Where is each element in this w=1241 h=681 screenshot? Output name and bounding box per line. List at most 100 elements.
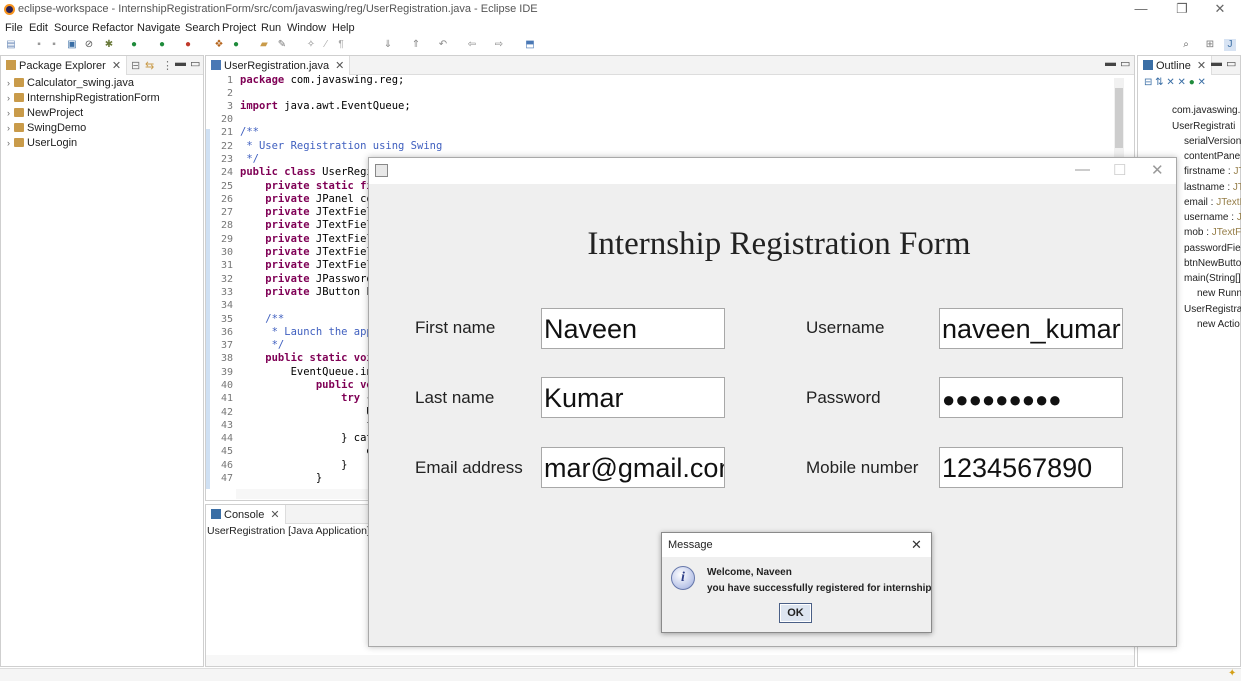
password-label: Password: [806, 388, 881, 407]
menu-file[interactable]: File: [5, 22, 23, 34]
maximize-view-icon[interactable]: ▭: [1120, 57, 1130, 70]
email-field[interactable]: mar@gmail.com: [541, 447, 725, 488]
dialog-close-button[interactable]: ✕: [911, 537, 922, 553]
minimize-view-icon[interactable]: ▬: [1105, 57, 1116, 69]
outline-item[interactable]: new Runna: [1197, 288, 1241, 299]
lightbulb-icon[interactable]: ✦: [1228, 668, 1236, 679]
tab-outline[interactable]: Outline ✕: [1138, 56, 1213, 75]
forward-icon[interactable]: ⇨: [493, 39, 505, 51]
username-field[interactable]: naveen_kumar: [939, 308, 1123, 349]
code-line: * User Registration using Swing: [240, 140, 442, 152]
link-editor-icon[interactable]: ⇆: [145, 59, 154, 72]
pin-editor-icon[interactable]: ⬒: [524, 39, 536, 51]
hide-nonpublic-icon[interactable]: ●: [1189, 77, 1195, 88]
project-item[interactable]: › Calculator_swing.java: [7, 77, 134, 89]
tab-package-explorer[interactable]: Package Explorer ✕: [1, 56, 128, 75]
close-tab-icon[interactable]: ✕: [112, 60, 121, 72]
project-item[interactable]: › SwingDemo: [7, 122, 86, 134]
collapse-all-icon[interactable]: ⊟: [1144, 77, 1152, 88]
close-button[interactable]: ✕: [1210, 1, 1230, 17]
outline-item[interactable]: main(String[]: [1184, 273, 1241, 284]
console-horizontal-scrollbar[interactable]: [206, 655, 1134, 666]
next-annotation-icon[interactable]: ⇓: [382, 39, 394, 51]
status-bar: ✦: [0, 668, 1241, 681]
menu-run[interactable]: Run: [261, 22, 281, 34]
skip-breakpoints-icon[interactable]: ⊘: [83, 39, 95, 51]
maximize-view-icon[interactable]: ▭: [1226, 57, 1236, 70]
new-java-project-icon[interactable]: ❖: [213, 39, 225, 51]
menu-window[interactable]: Window: [287, 22, 326, 34]
outline-item[interactable]: UserRegistrati: [1172, 121, 1235, 132]
menu-project[interactable]: Project: [222, 22, 256, 34]
outline-item[interactable]: serialVersionU: [1184, 136, 1241, 147]
hide-fields-icon[interactable]: ✕: [1166, 77, 1174, 88]
tab-userregistration-java[interactable]: UserRegistration.java ✕: [206, 56, 351, 75]
ok-button[interactable]: OK: [779, 603, 812, 623]
password-field[interactable]: ●●●●●●●●●: [939, 377, 1123, 418]
view-menu-icon[interactable]: ⋮: [162, 59, 173, 72]
outline-item[interactable]: lastname : JTe: [1184, 182, 1241, 193]
outline-item[interactable]: contentPane: [1184, 151, 1240, 162]
frame-minimize-button[interactable]: —: [1075, 161, 1090, 178]
open-type-icon[interactable]: ▰: [258, 39, 270, 51]
tab-console[interactable]: Console ✕: [206, 505, 286, 524]
search-icon[interactable]: ⌕: [1180, 39, 1192, 51]
save-all-icon[interactable]: ▪: [48, 39, 60, 51]
close-tab-icon[interactable]: ✕: [1197, 60, 1206, 72]
save-icon[interactable]: ▪: [33, 39, 45, 51]
annotation-icon[interactable]: ✧: [305, 39, 317, 51]
outline-item[interactable]: new Actio: [1197, 319, 1240, 330]
frame-maximize-button[interactable]: ☐: [1113, 161, 1126, 179]
outline-item[interactable]: com.javaswing.r: [1172, 105, 1241, 116]
maximize-view-icon[interactable]: ▭: [190, 57, 200, 70]
menu-source[interactable]: Source: [54, 22, 89, 34]
collapse-all-icon[interactable]: ⊟: [131, 59, 140, 72]
menu-search[interactable]: Search: [185, 22, 220, 34]
outline-item[interactable]: UserRegistrat: [1184, 304, 1241, 315]
restore-button[interactable]: ❐: [1172, 1, 1192, 17]
search-tool-icon[interactable]: ✎: [276, 39, 288, 51]
outline-item[interactable]: username : JT: [1184, 212, 1241, 223]
last-edit-icon[interactable]: ↶: [437, 39, 449, 51]
toggle-icon[interactable]: ¶: [335, 39, 347, 51]
outline-item[interactable]: mob : JTextFi: [1184, 227, 1241, 238]
close-tab-icon[interactable]: ✕: [335, 60, 344, 72]
new-class-icon[interactable]: ●: [230, 39, 242, 51]
minimize-button[interactable]: —: [1131, 1, 1151, 17]
menu-edit[interactable]: Edit: [29, 22, 48, 34]
frame-close-button[interactable]: ✕: [1151, 161, 1164, 179]
terminal-icon[interactable]: ▣: [66, 39, 78, 51]
last-name-field[interactable]: Kumar: [541, 377, 725, 418]
open-perspective-icon[interactable]: ⊞: [1204, 39, 1216, 51]
mobile-field[interactable]: 1234567890: [939, 447, 1123, 488]
run-icon[interactable]: ●: [128, 39, 140, 51]
minimize-view-icon[interactable]: ▬: [175, 57, 186, 69]
project-item[interactable]: › InternshipRegistrationForm: [7, 92, 160, 104]
new-icon[interactable]: ▤: [5, 39, 17, 51]
debug-icon[interactable]: ✱: [103, 39, 115, 51]
minimize-view-icon[interactable]: ▬: [1211, 57, 1222, 69]
java-perspective-icon[interactable]: J: [1224, 39, 1236, 51]
hide-static-icon[interactable]: ✕: [1178, 77, 1186, 88]
hide-local-types-icon[interactable]: ✕: [1198, 77, 1206, 88]
outline-item[interactable]: firstname : JT: [1184, 166, 1241, 177]
coverage-icon[interactable]: ●: [156, 39, 168, 51]
outline-item[interactable]: btnNewButto: [1184, 258, 1241, 269]
first-name-field[interactable]: Naveen: [541, 308, 725, 349]
outline-item-type: JTe: [1232, 182, 1241, 193]
outline-item[interactable]: passwordFiel: [1184, 243, 1241, 254]
outline-item[interactable]: email : JTextF: [1184, 197, 1241, 208]
menu-help[interactable]: Help: [332, 22, 355, 34]
menu-navigate[interactable]: Navigate: [137, 22, 180, 34]
code-keyword: public class: [240, 166, 316, 178]
project-item[interactable]: › NewProject: [7, 107, 83, 119]
scrollbar-thumb[interactable]: [1115, 88, 1123, 148]
sort-icon[interactable]: ⇅: [1155, 77, 1163, 88]
external-tools-icon[interactable]: ●: [182, 39, 194, 51]
close-tab-icon[interactable]: ✕: [270, 509, 279, 521]
back-icon[interactable]: ⇦: [466, 39, 478, 51]
project-item[interactable]: › UserLogin: [7, 137, 77, 149]
prev-annotation-icon[interactable]: ⇑: [410, 39, 422, 51]
mark-icon[interactable]: ⁄: [320, 39, 332, 51]
menu-refactor[interactable]: Refactor: [92, 22, 134, 34]
